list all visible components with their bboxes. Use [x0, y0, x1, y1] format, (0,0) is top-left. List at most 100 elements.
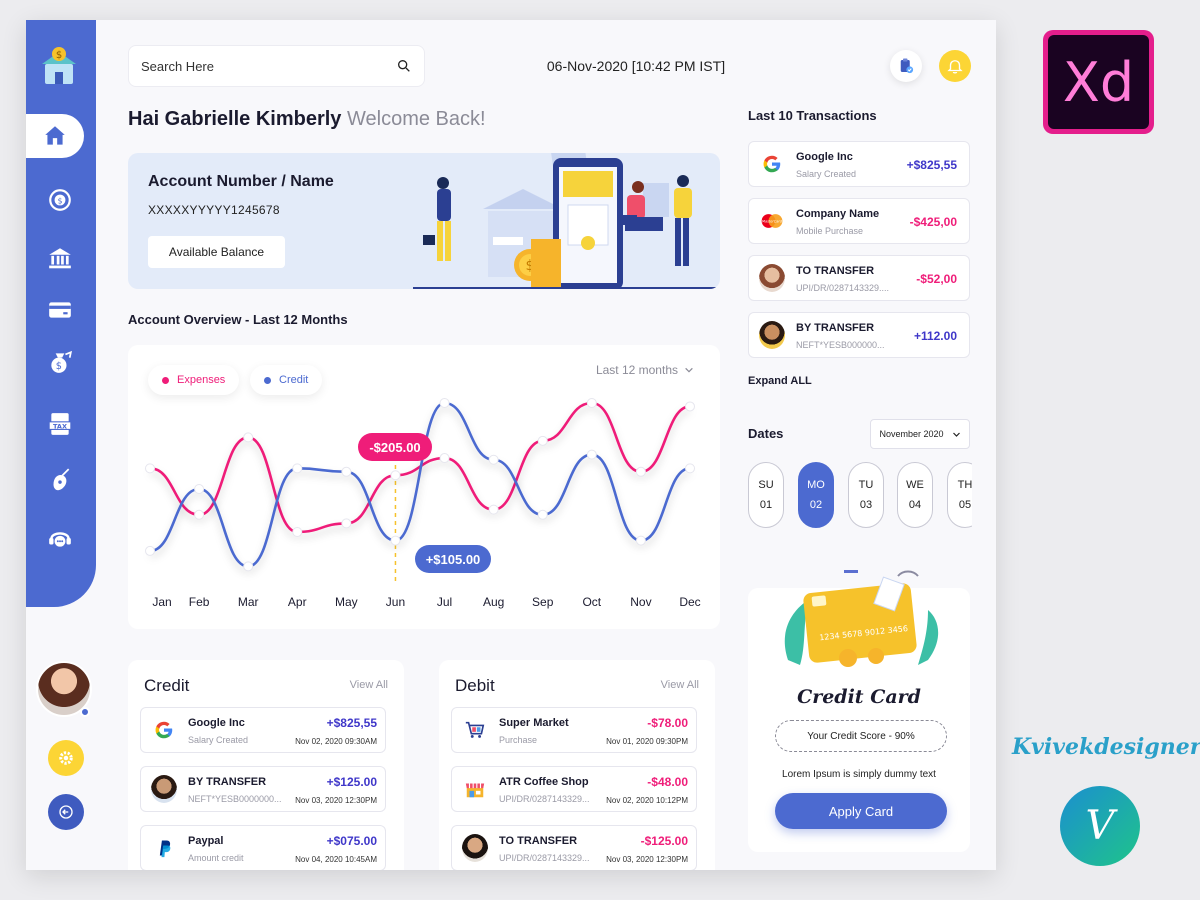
shop-icon: [462, 776, 488, 802]
data-point-expenses-jun[interactable]: [390, 470, 401, 481]
data-point-expenses-may[interactable]: [341, 518, 352, 529]
gear-icon: [59, 751, 73, 765]
clipboard-check-icon: [900, 58, 914, 74]
day-pill-selected[interactable]: MO 02: [798, 462, 834, 528]
data-point-expenses-dec[interactable]: [685, 401, 695, 412]
data-point-credit-apr[interactable]: [292, 463, 303, 474]
data-point-expenses-oct[interactable]: [586, 398, 597, 408]
designer-logo: V: [1060, 786, 1140, 866]
data-point-credit-feb[interactable]: [194, 484, 205, 494]
tx-sub: UPI/DR/0287143329...: [499, 853, 590, 863]
day-of-week: MO: [807, 479, 825, 491]
day-pill[interactable]: TH 05: [947, 462, 972, 528]
expand-all-link[interactable]: Expand ALL: [748, 375, 812, 387]
settings-button[interactable]: [48, 740, 84, 776]
google-icon: [151, 717, 177, 743]
x-tick-label: Oct: [582, 595, 601, 609]
search-input[interactable]: Search Here: [141, 59, 396, 74]
sidebar: $ $ $ TAX: [26, 20, 96, 607]
avatar-icon: [151, 775, 177, 803]
credit-row[interactable]: Google Inc Salary Created +$825,55 Nov 0…: [140, 707, 386, 753]
data-point-credit-sep[interactable]: [537, 509, 548, 520]
credit-score-badge: Your Credit Score - 90%: [775, 720, 947, 752]
logout-button[interactable]: [48, 794, 84, 830]
logout-icon: [59, 805, 73, 819]
debit-panel-title: Debit: [455, 676, 495, 695]
sidebar-item-money-transfer[interactable]: $: [42, 344, 78, 380]
credit-card-illustration: 1234 5678 9012 3456: [784, 570, 939, 667]
data-point-expenses-apr[interactable]: [292, 527, 303, 537]
currency-exchange-icon: $: [49, 189, 71, 211]
sidebar-item-cards[interactable]: [42, 292, 78, 328]
tx-name: TO TRANSFER: [796, 265, 875, 277]
last-transaction-row[interactable]: BY TRANSFER NEFT*YESB000000... +112.00: [748, 312, 970, 358]
day-number: 03: [859, 499, 873, 511]
sidebar-item-insurance[interactable]: [42, 462, 78, 498]
online-status-dot: [80, 707, 90, 717]
designer-logo-mark: V: [1085, 803, 1115, 849]
month-select[interactable]: November 2020: [870, 419, 970, 449]
tx-name: Google Inc: [796, 151, 853, 163]
tx-name: BY TRANSFER: [796, 322, 875, 334]
data-point-expenses-nov[interactable]: [635, 466, 646, 477]
mouse-icon: [53, 468, 70, 491]
chevron-down-icon: [952, 432, 960, 437]
debit-row[interactable]: TO TRANSFER UPI/DR/0287143329... -$125.0…: [451, 825, 697, 870]
last-transaction-row[interactable]: TO TRANSFER UPI/DR/0287143329.... -$52,0…: [748, 255, 970, 301]
paypal-icon: [151, 835, 177, 861]
last-transaction-row[interactable]: Google Inc Salary Created +$825,55: [748, 141, 970, 187]
day-pill[interactable]: SU 01: [748, 462, 784, 528]
available-balance-button[interactable]: Available Balance: [148, 236, 285, 268]
data-point-credit-dec[interactable]: [685, 463, 695, 474]
credit-row[interactable]: Paypal Amount credit +$075.00 Nov 04, 20…: [140, 825, 386, 870]
data-point-expenses-jul[interactable]: [439, 453, 450, 464]
tx-amount: -$52,00: [916, 272, 957, 286]
greeting-heading: Hai Gabrielle Kimberly Welcome Back!: [128, 108, 486, 131]
apply-card-button[interactable]: Apply Card: [775, 793, 947, 829]
data-point-credit-oct[interactable]: [586, 449, 597, 460]
data-point-credit-jul[interactable]: [439, 398, 450, 408]
data-point-credit-aug[interactable]: [488, 454, 499, 465]
data-point-expenses-aug[interactable]: [488, 504, 499, 515]
search-bar[interactable]: Search Here: [128, 45, 425, 87]
credit-view-all-link[interactable]: View All: [350, 679, 388, 691]
adobe-xd-logo: Xd: [1043, 30, 1154, 134]
account-number: XXXXXYYYYY1245678: [148, 203, 280, 217]
sidebar-item-tax[interactable]: TAX: [42, 406, 78, 442]
search-icon[interactable]: [396, 58, 412, 74]
tx-amount: -$48.00: [647, 775, 688, 789]
reports-button[interactable]: [890, 50, 922, 82]
x-tick-label: Jun: [386, 595, 405, 609]
tx-date: Nov 04, 2020 10:45AM: [295, 855, 377, 864]
debit-row[interactable]: ATR Coffee Shop UPI/DR/0287143329... -$4…: [451, 766, 697, 812]
overview-line-chart: Jan Feb Mar Apr May Jun Jul Aug Sep Oct Nov Dec: [145, 398, 701, 609]
data-point-credit-nov[interactable]: [635, 535, 646, 546]
sidebar-item-bank[interactable]: [42, 240, 78, 276]
last-transaction-row[interactable]: MasterCard Company Name Mobile Purchase …: [748, 198, 970, 244]
data-point-credit-jun[interactable]: [390, 535, 401, 546]
sidebar-item-exchange[interactable]: $: [42, 182, 78, 218]
data-point-expenses-sep[interactable]: [537, 435, 548, 446]
data-point-expenses-feb[interactable]: [194, 509, 205, 520]
notifications-button[interactable]: [939, 50, 971, 82]
debit-view-all-link[interactable]: View All: [661, 679, 699, 691]
avatar-icon: [462, 834, 488, 862]
data-point-credit-may[interactable]: [341, 466, 352, 477]
data-point-expenses-jan[interactable]: [145, 463, 155, 474]
tx-name: Paypal: [188, 835, 224, 847]
x-tick-label: Jan: [152, 595, 171, 609]
day-pill[interactable]: TU 03: [848, 462, 884, 528]
day-pill[interactable]: WE 04: [897, 462, 933, 528]
sidebar-item-support[interactable]: [42, 520, 78, 556]
sidebar-item-home[interactable]: [26, 114, 84, 158]
tx-name: Company Name: [796, 208, 880, 220]
debit-row[interactable]: Super Market Purchase -$78.00 Nov 01, 20…: [451, 707, 697, 753]
series-line-credit: [149, 401, 691, 568]
credit-row[interactable]: BY TRANSFER NEFT*YESB0000000... +$125.00…: [140, 766, 386, 812]
data-point-credit-jan[interactable]: [145, 545, 155, 556]
bank-logo-icon: $: [38, 46, 80, 86]
dates-title: Dates: [748, 426, 784, 441]
tx-sub: UPI/DR/0287143329...: [499, 794, 590, 804]
data-point-expenses-mar[interactable]: [243, 432, 254, 443]
data-point-credit-mar[interactable]: [243, 561, 254, 572]
